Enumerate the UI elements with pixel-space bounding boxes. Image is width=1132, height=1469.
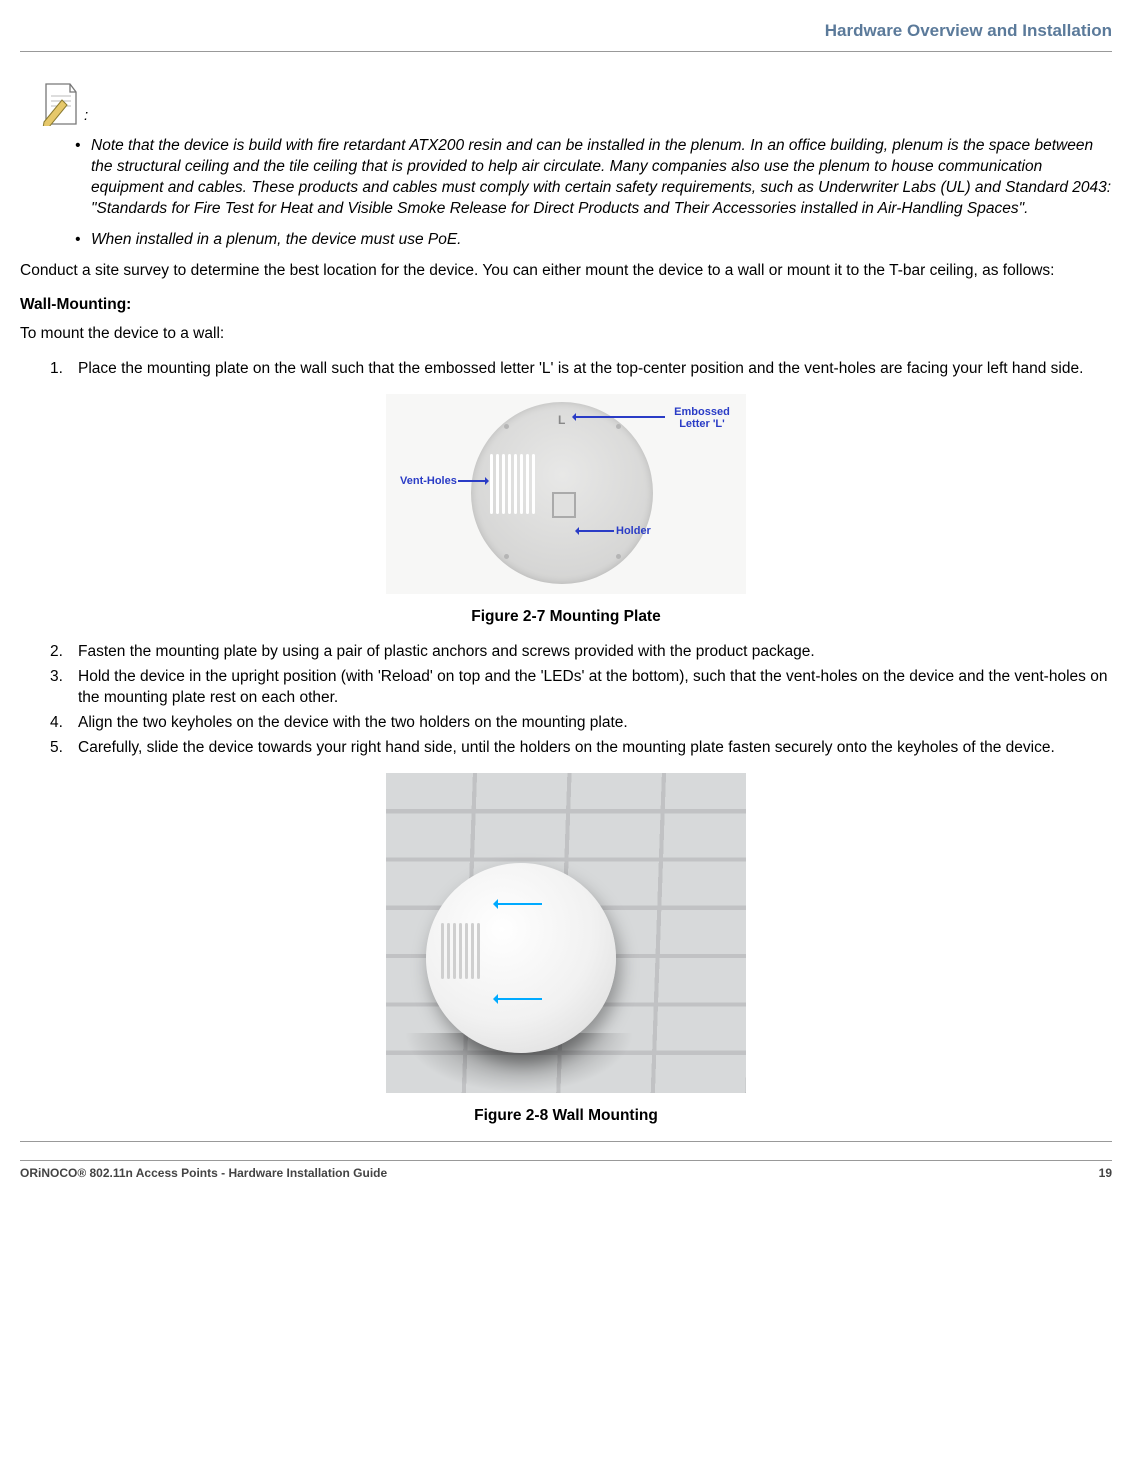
figure-2-8 bbox=[20, 773, 1112, 1100]
figure-2-7: L Embossed Letter 'L' Vent-Holes Holder bbox=[20, 394, 1112, 601]
step-5-text: Carefully, slide the device towards your… bbox=[78, 738, 1055, 759]
note-bullets: • Note that the device is build with fir… bbox=[75, 136, 1112, 251]
note-icon: : bbox=[40, 82, 1112, 126]
step-5: 5. Carefully, slide the device towards y… bbox=[50, 738, 1112, 759]
step-number: 3. bbox=[50, 667, 78, 709]
figure-2-8-caption: Figure 2-8 Wall Mounting bbox=[20, 1106, 1112, 1127]
step-3: 3. Hold the device in the upright positi… bbox=[50, 667, 1112, 709]
note-bullet-2: • When installed in a plenum, the device… bbox=[75, 230, 1112, 251]
step-4-text: Align the two keyholes on the device wit… bbox=[78, 713, 628, 734]
step-1: 1. Place the mounting plate on the wall … bbox=[50, 359, 1112, 380]
bullet-marker: • bbox=[75, 230, 91, 251]
label-vent-holes: Vent-Holes bbox=[400, 474, 457, 489]
wall-mounting-heading: Wall-Mounting: bbox=[20, 295, 1112, 316]
footer-doc-title: ORiNOCO® 802.11n Access Points - Hardwar… bbox=[20, 1165, 387, 1181]
step-number: 4. bbox=[50, 713, 78, 734]
bullet-marker: • bbox=[75, 136, 91, 220]
figure-2-7-caption: Figure 2-7 Mounting Plate bbox=[20, 607, 1112, 628]
step-number: 5. bbox=[50, 738, 78, 759]
step-2-text: Fasten the mounting plate by using a pai… bbox=[78, 642, 815, 663]
note-bullet-1-text: Note that the device is build with fire … bbox=[91, 136, 1112, 220]
step-1-text: Place the mounting plate on the wall suc… bbox=[78, 359, 1083, 380]
label-holder: Holder bbox=[616, 524, 651, 539]
page-header-title: Hardware Overview and Installation bbox=[20, 20, 1112, 43]
intro-paragraph: Conduct a site survey to determine the b… bbox=[20, 261, 1112, 282]
page-footer: ORiNOCO® 802.11n Access Points - Hardwar… bbox=[20, 1160, 1112, 1181]
step-3-text: Hold the device in the upright position … bbox=[78, 667, 1112, 709]
step-4: 4. Align the two keyholes on the device … bbox=[50, 713, 1112, 734]
footer-page-number: 19 bbox=[1099, 1165, 1112, 1181]
step-2: 2. Fasten the mounting plate by using a … bbox=[50, 642, 1112, 663]
mounting-plate-illustration: L Embossed Letter 'L' Vent-Holes Holder bbox=[386, 394, 746, 594]
header-rule bbox=[20, 51, 1112, 52]
step-number: 2. bbox=[50, 642, 78, 663]
label-embossed-l: Embossed Letter 'L' bbox=[667, 407, 737, 430]
wall-mount-illustration bbox=[386, 773, 746, 1093]
step-number: 1. bbox=[50, 359, 78, 380]
wall-mounting-lead: To mount the device to a wall: bbox=[20, 324, 1112, 345]
note-bullet-1: • Note that the device is build with fir… bbox=[75, 136, 1112, 220]
note-colon: : bbox=[84, 107, 88, 124]
note-bullet-2-text: When installed in a plenum, the device m… bbox=[91, 230, 461, 251]
footer-rule-top bbox=[20, 1141, 1112, 1142]
